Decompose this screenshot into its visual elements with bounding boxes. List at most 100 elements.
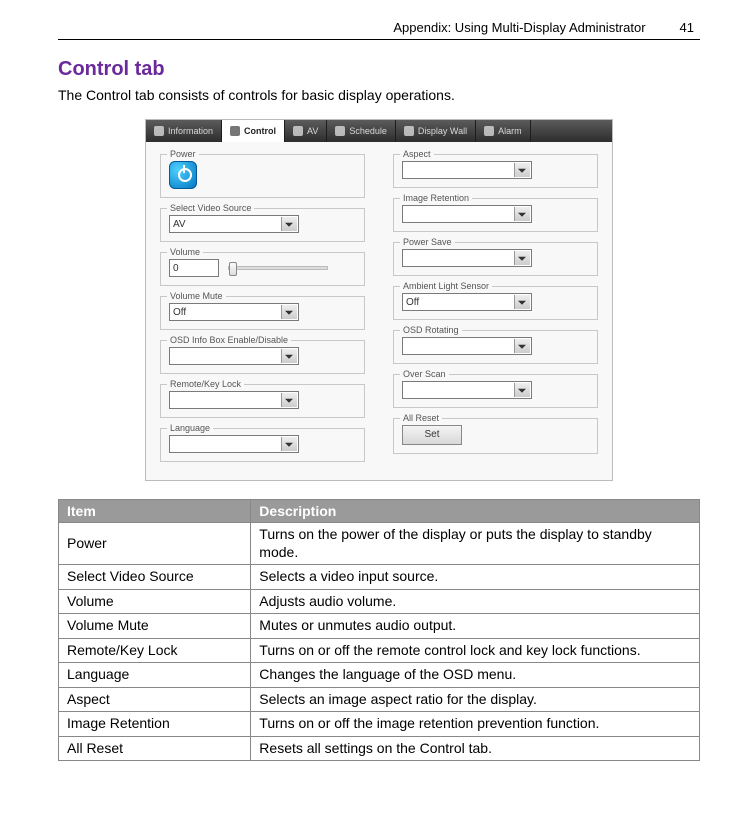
cell-item: Remote/Key Lock bbox=[59, 638, 251, 663]
description-table: Item Description PowerTurns on the power… bbox=[58, 499, 700, 761]
chevron-down-icon bbox=[285, 443, 293, 447]
cell-item: Image Retention bbox=[59, 712, 251, 737]
tab-schedule[interactable]: Schedule bbox=[327, 120, 396, 142]
chevron-down-icon bbox=[285, 399, 293, 403]
running-header: Appendix: Using Multi-Display Administra… bbox=[58, 20, 700, 35]
header-rule bbox=[58, 39, 700, 40]
th-item: Item bbox=[59, 500, 251, 523]
group-all-reset: All Reset Set bbox=[393, 418, 598, 454]
cell-item: Language bbox=[59, 663, 251, 688]
group-ambient-light-sensor: Ambient Light Sensor Off bbox=[393, 286, 598, 320]
chevron-down-icon bbox=[285, 223, 293, 227]
tab-label: Display Wall bbox=[418, 126, 467, 136]
image-retention-dropdown[interactable] bbox=[402, 205, 532, 223]
group-language: Language bbox=[160, 428, 365, 462]
tab-label: Schedule bbox=[349, 126, 387, 136]
av-icon bbox=[293, 126, 303, 136]
ambient-light-dropdown[interactable]: Off bbox=[402, 293, 532, 311]
th-description: Description bbox=[251, 500, 700, 523]
aspect-dropdown[interactable] bbox=[402, 161, 532, 179]
control-icon bbox=[230, 126, 240, 136]
tab-label: Information bbox=[168, 126, 213, 136]
table-row: LanguageChanges the language of the OSD … bbox=[59, 663, 700, 688]
volume-slider[interactable] bbox=[228, 266, 328, 270]
displaywall-icon bbox=[404, 126, 414, 136]
cell-desc: Turns on or off the remote control lock … bbox=[251, 638, 700, 663]
intro-paragraph: The Control tab consists of controls for… bbox=[58, 87, 700, 103]
input-value: 0 bbox=[173, 263, 179, 274]
osd-rotating-dropdown[interactable] bbox=[402, 337, 532, 355]
slider-thumb[interactable] bbox=[229, 262, 237, 276]
power-save-dropdown[interactable] bbox=[402, 249, 532, 267]
cell-desc: Turns on or off the image retention prev… bbox=[251, 712, 700, 737]
table-row: PowerTurns on the power of the display o… bbox=[59, 523, 700, 565]
group-label: Select Video Source bbox=[167, 203, 254, 213]
cell-desc: Selects a video input source. bbox=[251, 565, 700, 590]
dropdown-value: AV bbox=[173, 219, 186, 230]
right-column: Aspect Image Retention Power Save Ambien… bbox=[393, 154, 598, 462]
app-screenshot: Information Control AV Schedule Display … bbox=[145, 119, 613, 481]
group-label: Volume bbox=[167, 247, 203, 257]
chevron-down-icon bbox=[518, 213, 526, 217]
cell-item: Select Video Source bbox=[59, 565, 251, 590]
chevron-down-icon bbox=[518, 301, 526, 305]
group-osd-rotating: OSD Rotating bbox=[393, 330, 598, 364]
group-label: Image Retention bbox=[400, 193, 472, 203]
language-dropdown[interactable] bbox=[169, 435, 299, 453]
tab-label: Control bbox=[244, 126, 276, 136]
chevron-down-icon bbox=[285, 355, 293, 359]
cell-item: Power bbox=[59, 523, 251, 565]
group-label: OSD Rotating bbox=[400, 325, 462, 335]
chevron-down-icon bbox=[518, 345, 526, 349]
remote-key-lock-dropdown[interactable] bbox=[169, 391, 299, 409]
group-volume-mute: Volume Mute Off bbox=[160, 296, 365, 330]
tab-control[interactable]: Control bbox=[222, 120, 285, 142]
table-row: Remote/Key LockTurns on or off the remot… bbox=[59, 638, 700, 663]
group-remote-key-lock: Remote/Key Lock bbox=[160, 384, 365, 418]
info-icon bbox=[154, 126, 164, 136]
group-power-save: Power Save bbox=[393, 242, 598, 276]
group-label: Volume Mute bbox=[167, 291, 226, 301]
tab-information[interactable]: Information bbox=[146, 120, 222, 142]
cell-desc: Selects an image aspect ratio for the di… bbox=[251, 687, 700, 712]
cell-desc: Changes the language of the OSD menu. bbox=[251, 663, 700, 688]
alarm-icon bbox=[484, 126, 494, 136]
group-label: Ambient Light Sensor bbox=[400, 281, 492, 291]
volume-mute-dropdown[interactable]: Off bbox=[169, 303, 299, 321]
cell-item: All Reset bbox=[59, 736, 251, 761]
chevron-down-icon bbox=[518, 257, 526, 261]
cell-desc: Resets all settings on the Control tab. bbox=[251, 736, 700, 761]
cell-item: Volume bbox=[59, 589, 251, 614]
dropdown-value: Off bbox=[173, 307, 186, 318]
cell-item: Volume Mute bbox=[59, 614, 251, 639]
running-title: Appendix: Using Multi-Display Administra… bbox=[393, 20, 645, 35]
group-select-video-source: Select Video Source AV bbox=[160, 208, 365, 242]
video-source-dropdown[interactable]: AV bbox=[169, 215, 299, 233]
table-row: All ResetResets all settings on the Cont… bbox=[59, 736, 700, 761]
schedule-icon bbox=[335, 126, 345, 136]
group-label: All Reset bbox=[400, 413, 442, 423]
table-row: Select Video SourceSelects a video input… bbox=[59, 565, 700, 590]
group-label: Power Save bbox=[400, 237, 455, 247]
group-label: Over Scan bbox=[400, 369, 449, 379]
chevron-down-icon bbox=[285, 311, 293, 315]
page-number: 41 bbox=[680, 20, 694, 35]
chevron-down-icon bbox=[518, 389, 526, 393]
all-reset-set-button[interactable]: Set bbox=[402, 425, 462, 445]
power-button[interactable] bbox=[169, 161, 197, 189]
tab-alarm[interactable]: Alarm bbox=[476, 120, 531, 142]
group-volume: Volume 0 bbox=[160, 252, 365, 286]
tab-display-wall[interactable]: Display Wall bbox=[396, 120, 476, 142]
table-row: VolumeAdjusts audio volume. bbox=[59, 589, 700, 614]
group-osd-info-box: OSD Info Box Enable/Disable bbox=[160, 340, 365, 374]
tab-bar: Information Control AV Schedule Display … bbox=[146, 120, 612, 142]
tab-label: AV bbox=[307, 126, 318, 136]
group-over-scan: Over Scan bbox=[393, 374, 598, 408]
group-label: Language bbox=[167, 423, 213, 433]
over-scan-dropdown[interactable] bbox=[402, 381, 532, 399]
tab-av[interactable]: AV bbox=[285, 120, 327, 142]
table-row: Volume MuteMutes or unmutes audio output… bbox=[59, 614, 700, 639]
volume-input[interactable]: 0 bbox=[169, 259, 219, 277]
tab-label: Alarm bbox=[498, 126, 522, 136]
osd-info-dropdown[interactable] bbox=[169, 347, 299, 365]
